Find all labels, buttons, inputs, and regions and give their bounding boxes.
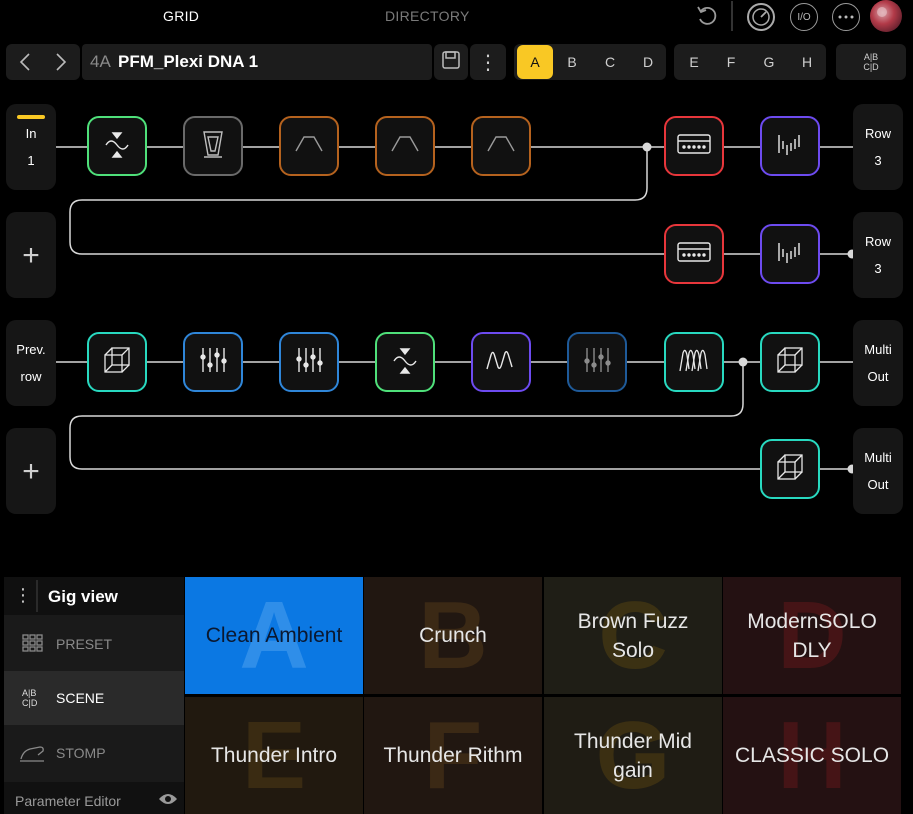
cab-ir-block[interactable]	[760, 116, 820, 176]
filter-block-2[interactable]	[375, 332, 435, 392]
output-row-1-box[interactable]: Row 3	[853, 104, 903, 190]
cube-icon	[773, 343, 807, 382]
amp-block-2[interactable]	[664, 224, 724, 284]
ir-icon	[773, 235, 807, 274]
wah-block[interactable]	[183, 116, 243, 176]
input-label: In	[25, 126, 37, 141]
scene-tile-b[interactable]: B Crunch	[364, 577, 542, 694]
eq-sliders-icon	[580, 343, 614, 382]
divider	[36, 580, 38, 612]
tile-name: CLASSIC SOLO	[734, 744, 890, 767]
split-node	[642, 142, 652, 152]
tile-name: ModernSOLO DLY	[747, 609, 877, 662]
prev-row-sub: row	[20, 369, 42, 384]
gig-view-title: Gig view	[48, 587, 118, 606]
plus-icon: +	[22, 238, 40, 272]
tile-name: Clean Ambient	[205, 624, 343, 647]
delay-wave-icon	[677, 343, 711, 382]
plus-icon: +	[22, 454, 40, 488]
output-label: Multi	[864, 342, 892, 357]
tile-name: Thunder Rithm	[383, 744, 523, 767]
drive-block-3[interactable]	[471, 116, 531, 176]
parameter-editor-label: Parameter Editor	[15, 793, 121, 809]
wah-pedal-icon	[196, 127, 230, 166]
output-label: Row	[864, 234, 891, 249]
filter-icon	[388, 343, 422, 382]
prev-row-box[interactable]: Prev. row	[6, 320, 56, 406]
cube-icon	[773, 450, 807, 489]
tile-name: Thunder Intro	[210, 744, 338, 767]
gig-sidebar: ⋮ Gig view PRESET A|B C|D SCENE STOMP Pa…	[4, 577, 184, 814]
drive-block-1[interactable]	[279, 116, 339, 176]
scene-tile-f[interactable]: F Thunder Rithm	[364, 697, 542, 814]
drive-icon	[388, 127, 422, 166]
reverb-block-3[interactable]	[760, 439, 820, 499]
amp-block[interactable]	[664, 116, 724, 176]
split-node	[738, 357, 748, 367]
scene-tile-h[interactable]: H CLASSIC SOLO	[723, 697, 901, 814]
scene-tile-d[interactable]: D ModernSOLO DLY	[723, 577, 901, 694]
tile-name: Crunch	[419, 624, 487, 647]
output-label: Multi	[864, 450, 892, 465]
drive-block-2[interactable]	[375, 116, 435, 176]
cube-icon	[100, 343, 134, 382]
reverb-block[interactable]	[87, 332, 147, 392]
input-level-meter	[17, 115, 45, 119]
sidebar-item-preset[interactable]: PRESET	[4, 617, 184, 671]
eq-sliders-icon	[196, 343, 230, 382]
output-number: Out	[867, 477, 889, 492]
filter-block[interactable]	[87, 116, 147, 176]
sidebar-item-stomp[interactable]: STOMP	[4, 726, 184, 780]
sidebar-label-stomp: STOMP	[56, 745, 106, 761]
filter-icon	[100, 127, 134, 166]
sidebar-item-scene[interactable]: A|B C|D SCENE	[4, 671, 184, 725]
amp-icon	[676, 240, 712, 269]
drive-icon	[292, 127, 326, 166]
scene-tile-g[interactable]: G Thunder Mid gain	[544, 697, 722, 814]
eq-block-1[interactable]	[183, 332, 243, 392]
scene-tile-e[interactable]: E Thunder Intro	[185, 697, 363, 814]
sidebar-label-scene: SCENE	[56, 690, 105, 706]
input-1-box[interactable]: In 1	[6, 104, 56, 190]
preset-grid-icon	[22, 633, 46, 655]
gig-menu-button[interactable]: ⋮	[14, 585, 32, 606]
parameter-editor-bar[interactable]: Parameter Editor	[4, 782, 184, 814]
scene-tile-a[interactable]: A Clean Ambient	[185, 577, 363, 694]
footswitch-icon	[18, 741, 46, 766]
eq-block-2[interactable]	[279, 332, 339, 392]
tile-name: Thunder Mid gain	[574, 729, 692, 782]
input-number: 1	[27, 153, 35, 168]
output-number: Out	[867, 369, 889, 384]
scene-ab-icon: A|B C|D	[22, 688, 46, 708]
reverb-block-2[interactable]	[760, 332, 820, 392]
output-number: 3	[874, 261, 882, 276]
add-row-button[interactable]: +	[6, 212, 56, 298]
prev-row-label: Prev.	[16, 342, 46, 357]
scene-icon-top: A|B	[22, 688, 37, 698]
output-row-4-box[interactable]: Multi Out	[853, 428, 903, 514]
scene-tile-c[interactable]: C Brown Fuzz Solo	[544, 577, 722, 694]
cab-ir-block-2[interactable]	[760, 224, 820, 284]
eye-icon[interactable]	[158, 792, 178, 811]
output-row-2-box[interactable]: Row 3	[853, 212, 903, 298]
sidebar-label-preset: PRESET	[56, 636, 113, 652]
ir-icon	[773, 127, 807, 166]
delay-block[interactable]	[664, 332, 724, 392]
tile-name: Brown Fuzz Solo	[577, 609, 689, 662]
add-row-button[interactable]: +	[6, 428, 56, 514]
scene-icon-bottom: C|D	[22, 698, 38, 708]
output-label: Row	[864, 126, 891, 141]
wave-icon	[484, 343, 518, 382]
amp-icon	[676, 132, 712, 161]
drive-icon	[484, 127, 518, 166]
eq-sliders-icon	[292, 343, 326, 382]
eq-block-3[interactable]	[567, 332, 627, 392]
output-row-3-box[interactable]: Multi Out	[853, 320, 903, 406]
gig-header: ⋮ Gig view	[4, 577, 184, 615]
output-number: 3	[874, 153, 882, 168]
modulation-block[interactable]	[471, 332, 531, 392]
